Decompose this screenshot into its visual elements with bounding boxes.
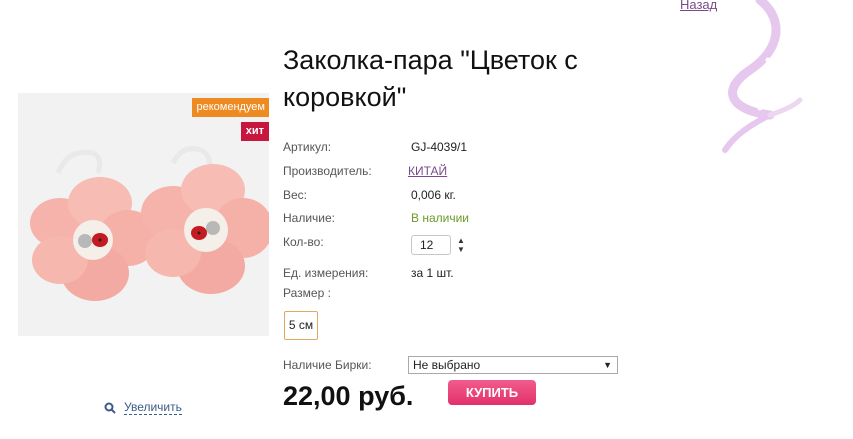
stock-value: В наличии — [411, 211, 470, 225]
zoom-control[interactable]: Увеличить — [104, 400, 182, 415]
weight-label: Вес: — [283, 188, 308, 202]
badge-recommended: рекомендуем — [192, 98, 269, 117]
quantity-stepper[interactable]: ▲ ▼ — [456, 236, 466, 254]
stepper-up-icon[interactable]: ▲ — [456, 236, 466, 245]
weight-value: 0,006 кг. — [411, 188, 456, 202]
product-title: Заколка-пара "Цветок с коровкой" — [283, 45, 578, 112]
stepper-down-icon[interactable]: ▼ — [456, 245, 466, 254]
qty-label: Кол-во: — [283, 235, 324, 249]
product-image[interactable]: рекомендуем хит — [18, 93, 273, 336]
buy-button[interactable]: КУПИТЬ — [448, 380, 536, 405]
flower-hairclip-image — [18, 93, 273, 336]
tag-label: Наличие Бирки: — [283, 358, 372, 372]
maker-link[interactable]: КИТАЙ — [408, 164, 447, 178]
maker-label: Производитель: — [283, 164, 372, 178]
tag-select[interactable]: Не выбрано ▼ — [408, 356, 618, 374]
size-option[interactable]: 5 см — [284, 311, 318, 340]
price: 22,00 руб. — [283, 381, 414, 411]
badge-hit: хит — [240, 122, 269, 141]
dropdown-arrow-icon: ▼ — [603, 360, 612, 370]
article-value: GJ-4039/1 — [411, 140, 468, 154]
quantity-input[interactable]: 12 — [411, 235, 451, 255]
decorative-ribbon — [722, 0, 803, 153]
article-label: Артикул: — [283, 140, 332, 154]
unit-value: за 1 шт. — [411, 266, 454, 280]
stock-label: Наличие: — [283, 211, 336, 225]
magnifier-icon — [104, 402, 116, 414]
zoom-link[interactable]: Увеличить — [124, 400, 182, 415]
size-label: Размер : — [283, 286, 331, 300]
unit-label: Ед. измерения: — [283, 266, 369, 280]
tag-select-value: Не выбрано — [413, 358, 481, 372]
